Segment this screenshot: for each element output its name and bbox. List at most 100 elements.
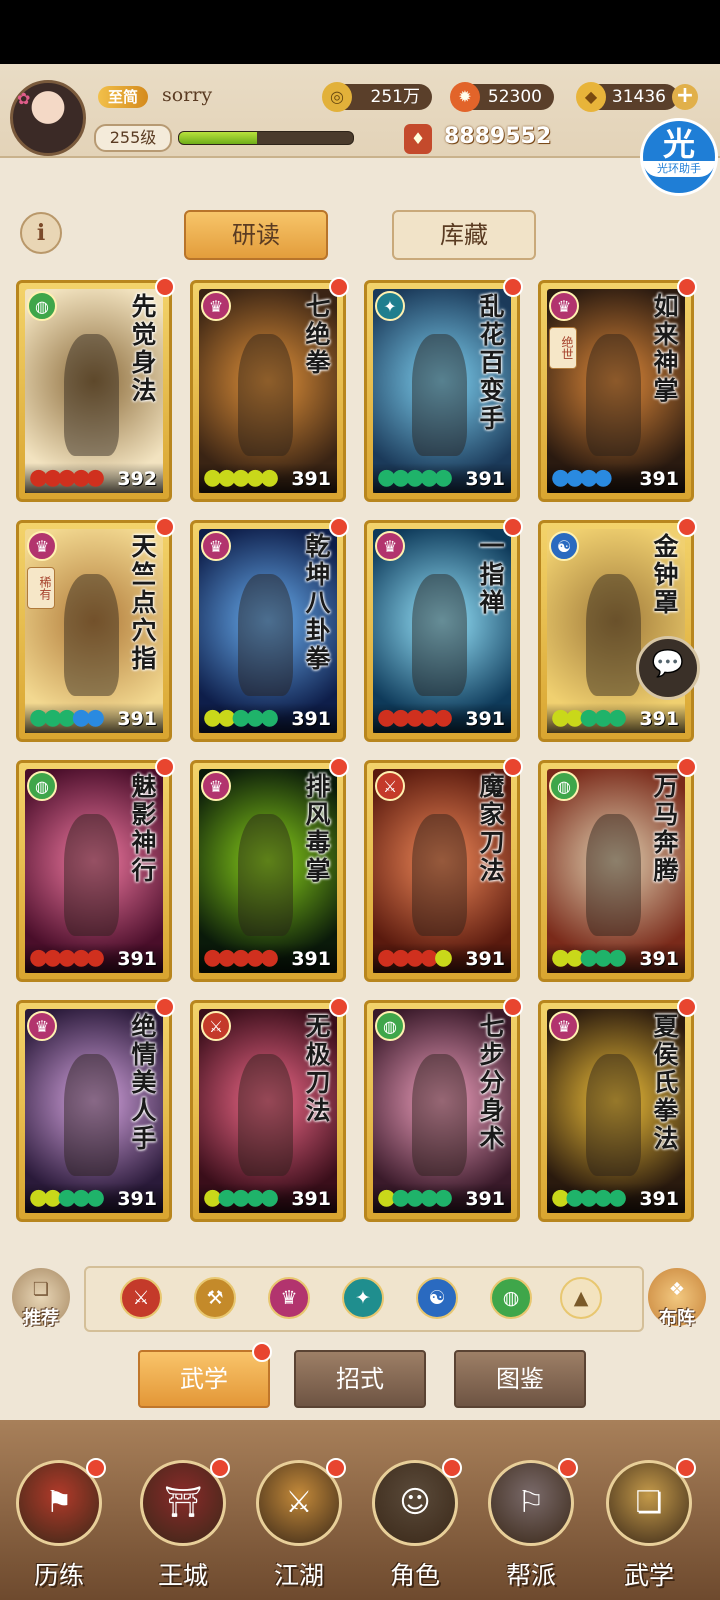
subtab-codex[interactable]: 图鉴 [454, 1350, 586, 1408]
formation-button[interactable]: ❖ 布阵 [648, 1268, 706, 1329]
drop-icon: ● [593, 705, 613, 730]
drop-icon: ● [217, 465, 236, 490]
nav-item[interactable]: ❏ 武学 [594, 1444, 704, 1594]
up-arrow-icon[interactable]: ▲ [560, 1277, 602, 1319]
player-avatar[interactable]: ✿ [10, 80, 86, 156]
martial-art-card[interactable]: ♛ 如来神掌 绝世 ●●●● 391 [538, 277, 697, 502]
martial-art-card[interactable]: ◍ 七步分身术 ●●●●● 391 [364, 997, 523, 1222]
martial-art-card[interactable]: ♛ 绝情美人手 ●●●●● 391 [16, 997, 175, 1222]
drop-icon: ● [43, 705, 62, 730]
drop-icon: ● [203, 945, 222, 970]
drop-icon: ● [71, 705, 91, 730]
card-title: 金钟罩 [653, 532, 679, 617]
drop-icon: ● [405, 1185, 424, 1210]
type-emblem-icon: ♛ [201, 771, 231, 801]
card-level: 392 [117, 468, 157, 490]
martial-art-card[interactable]: ☯ 金钟罩 ●●●●● 391 [538, 517, 697, 742]
nav-item[interactable]: ⚐ 帮派 [476, 1444, 586, 1594]
drop-icon: ● [85, 465, 105, 490]
card-title: 乱花百变手 [479, 292, 505, 433]
fan-type-icon[interactable]: ✦ [342, 1277, 384, 1319]
drop-icon: ● [57, 705, 76, 730]
drop-icon: ● [217, 1185, 236, 1210]
sword-type-icon[interactable]: ⚔ [120, 1277, 162, 1319]
martial-art-card[interactable]: ◍ 先觉身法 ●●●●● 392 [16, 277, 175, 502]
type-emblem-icon: ♛ [549, 1011, 579, 1041]
drop-icon: ● [377, 1185, 396, 1210]
notification-dot [86, 1458, 106, 1478]
add-currency-button[interactable]: + [672, 84, 698, 110]
blade-type-icon[interactable]: ⚒ [194, 1277, 236, 1319]
card-level: 391 [117, 708, 157, 730]
card-footer: ●●●●● 391 [199, 463, 337, 493]
taiji-type-icon[interactable]: ☯ [416, 1277, 458, 1319]
martial-art-card[interactable]: ✦ 乱花百变手 ●●●●● 391 [364, 277, 523, 502]
exp-bar [178, 131, 354, 145]
ingot-value: 31436 [611, 87, 666, 107]
martial-art-card[interactable]: ♛ 一指禅 ●●●●● 391 [364, 517, 523, 742]
drop-icon: ● [71, 1185, 91, 1210]
martial-art-card[interactable]: ◍ 万马奔腾 ●●●●● 391 [538, 757, 697, 982]
drop-icon: ● [419, 1185, 439, 1210]
card-title: 先觉身法 [131, 292, 157, 405]
notification-dot [677, 757, 697, 777]
drop-icon: ● [85, 945, 105, 970]
tab-storage[interactable]: 库藏 [392, 210, 536, 260]
drop-icon: ● [377, 945, 396, 970]
martial-art-card[interactable]: ♛ 天竺点穴指 稀有 ●●●●● 391 [16, 517, 175, 742]
helper-label: 光环助手 [643, 161, 715, 177]
subtab-martial-arts[interactable]: 武学 [138, 1350, 270, 1408]
notification-dot [155, 757, 175, 777]
quality-drops: ●●●●● [377, 705, 453, 730]
recommend-button[interactable]: ❏ 推荐 [12, 1268, 70, 1329]
martial-art-card[interactable]: ⚔ 无极刀法 ●●●●● 391 [190, 997, 349, 1222]
martial-art-card[interactable]: ⚔ 魔家刀法 ●●●●● 391 [364, 757, 523, 982]
drop-icon: ● [579, 705, 598, 730]
drop-icon: ● [391, 705, 410, 730]
card-level: 391 [291, 948, 331, 970]
ingot-counter[interactable]: ◆ 31436 [576, 82, 678, 112]
notification-dot [329, 517, 349, 537]
swirl-type-icon[interactable]: ◍ [490, 1277, 532, 1319]
nav-item[interactable]: ⚔ 江湖 [244, 1444, 354, 1594]
notification-dot [503, 277, 523, 297]
drop-icon: ● [259, 1185, 279, 1210]
notification-dot [329, 277, 349, 297]
subtab-moves[interactable]: 招式 [294, 1350, 426, 1408]
notification-dot [503, 997, 523, 1017]
quality-drops: ●●●●● [551, 945, 627, 970]
martial-art-card[interactable]: ♛ 排风毒掌 ●●●●● 391 [190, 757, 349, 982]
drop-icon: ● [579, 945, 598, 970]
card-footer: ●●●●● 391 [373, 943, 511, 973]
card-level: 391 [465, 948, 505, 970]
card-title: 魔家刀法 [479, 772, 505, 885]
helper-button[interactable]: 光 光环助手 [640, 118, 718, 196]
card-title: 七绝拳 [305, 292, 331, 377]
palm-type-icon[interactable]: ♛ [268, 1277, 310, 1319]
card-footer: ●●●●● 391 [199, 1183, 337, 1213]
tab-study[interactable]: 研读 [184, 210, 328, 260]
drop-icon: ● [57, 1185, 76, 1210]
nav-item[interactable]: ⚑ 历练 [4, 1444, 114, 1594]
martial-art-card[interactable]: ◍ 魅影神行 ●●●●● 391 [16, 757, 175, 982]
drop-icon: ● [203, 705, 222, 730]
quality-drops: ●●●●● [377, 945, 453, 970]
drop-icon: ● [259, 465, 279, 490]
martial-art-card[interactable]: ♛ 乾坤八卦拳 ●●●●● 391 [190, 517, 349, 742]
nav-item[interactable]: ☺ 角色 [360, 1444, 470, 1594]
card-title: 七步分身术 [479, 1012, 505, 1153]
nav-item[interactable]: ⛩ 王城 [128, 1444, 238, 1594]
info-button[interactable]: i [20, 212, 62, 254]
drop-icon: ● [433, 465, 453, 490]
card-level: 391 [465, 1188, 505, 1210]
notification-dot [677, 997, 697, 1017]
drop-icon: ● [433, 705, 453, 730]
vip-badge: 至简 [98, 86, 149, 108]
chat-bubble-icon[interactable]: 💬 [636, 636, 700, 700]
martial-art-card[interactable]: ♛ 夏侯氏拳法 ●●●●● 391 [538, 997, 697, 1222]
coin-counter[interactable]: ◎ 251万 [322, 82, 432, 112]
drop-icon: ● [231, 465, 250, 490]
flame-counter[interactable]: ✹ 52300 [450, 82, 554, 112]
drop-icon: ● [43, 1185, 62, 1210]
martial-art-card[interactable]: ♛ 七绝拳 ●●●●● 391 [190, 277, 349, 502]
